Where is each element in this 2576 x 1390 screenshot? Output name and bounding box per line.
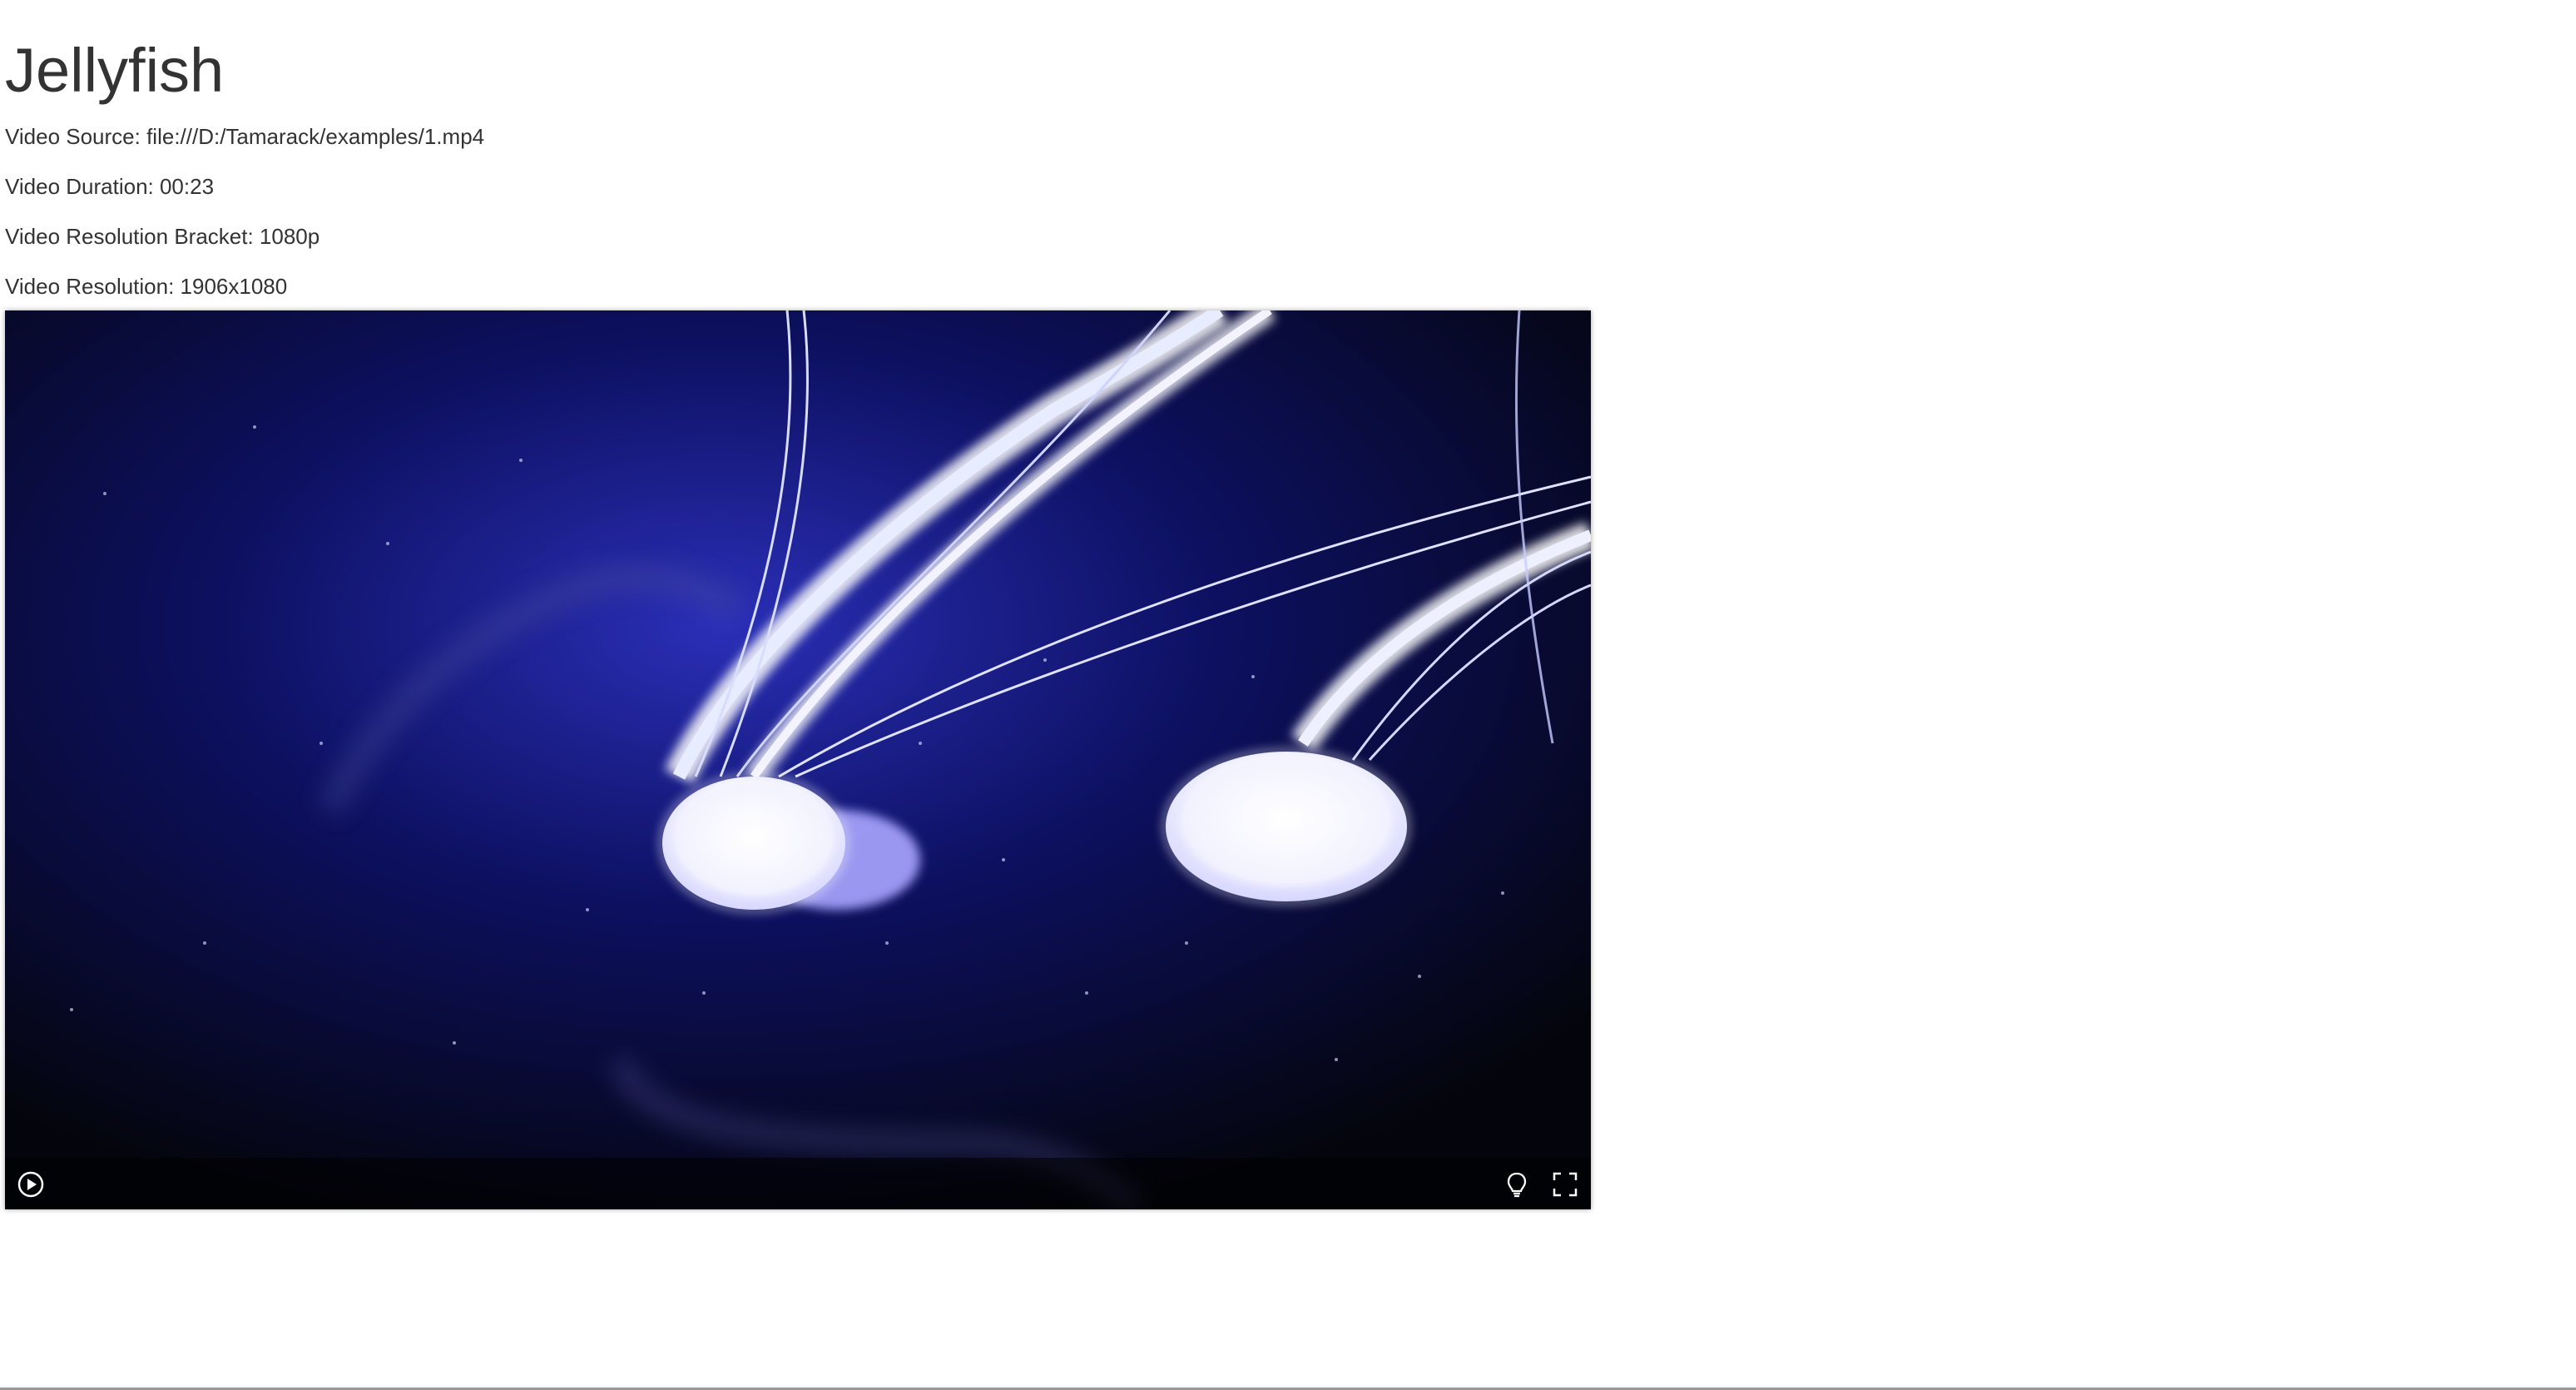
video-player[interactable] bbox=[5, 310, 1591, 1209]
video-resolution-text: Video Resolution: 1906x1080 bbox=[5, 274, 288, 299]
page-title: Jellyfish bbox=[5, 36, 225, 105]
page: Jellyfish Video Source: file:///D:/Tamar… bbox=[0, 0, 2576, 1390]
play-circle-icon[interactable] bbox=[17, 1170, 45, 1199]
video-source-text: Video Source: file:///D:/Tamarack/exampl… bbox=[5, 124, 485, 149]
lightbulb-icon[interactable] bbox=[1503, 1170, 1531, 1199]
video-resolution-bracket-text: Video Resolution Bracket: 1080p bbox=[5, 224, 320, 249]
fullscreen-icon[interactable] bbox=[1551, 1170, 1579, 1199]
video-control-bar bbox=[5, 1158, 1591, 1209]
video-duration-text: Video Duration: 00:23 bbox=[5, 174, 215, 199]
video-frame bbox=[5, 310, 1591, 1209]
